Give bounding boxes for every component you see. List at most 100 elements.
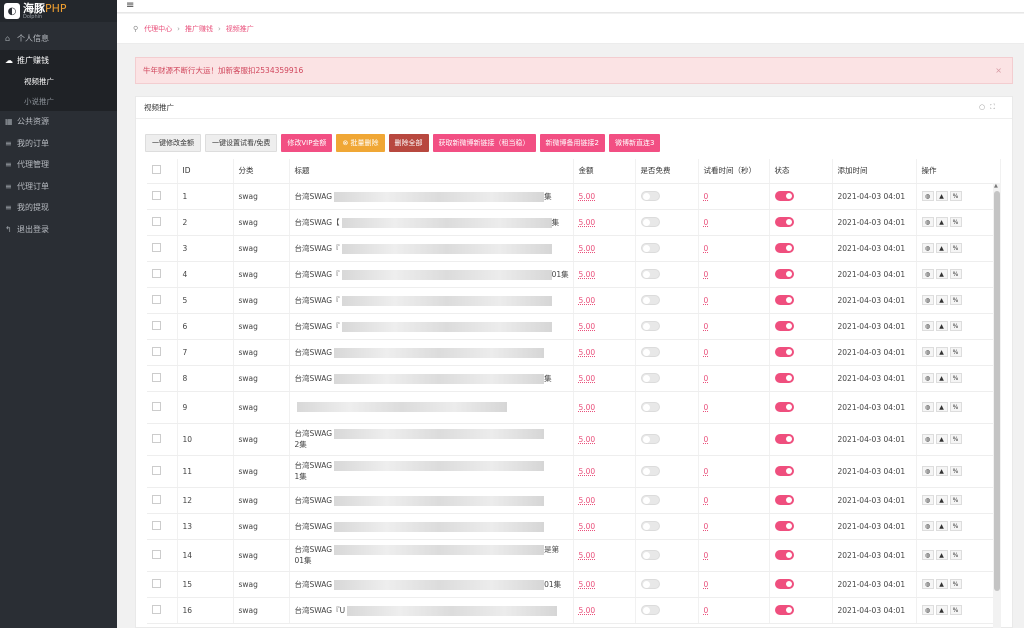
- status-toggle[interactable]: [774, 579, 794, 589]
- row-checkbox[interactable]: [152, 320, 161, 330]
- link-icon[interactable]: %: [949, 217, 962, 227]
- bell-icon[interactable]: ▲: [935, 295, 948, 305]
- link-icon[interactable]: %: [949, 191, 962, 201]
- trial-time-editable[interactable]: 0: [704, 192, 709, 201]
- link-icon[interactable]: %: [949, 495, 962, 505]
- amount-editable[interactable]: 5.00: [579, 348, 596, 357]
- trial-time-editable[interactable]: 0: [704, 322, 709, 331]
- bell-icon[interactable]: ▲: [935, 402, 948, 412]
- sidebar-item[interactable]: ≡ 代理订单: [0, 176, 117, 198]
- wechat-icon[interactable]: ◍: [921, 269, 934, 279]
- wechat-icon[interactable]: ◍: [921, 347, 934, 357]
- fullscreen-icon[interactable]: ⛶: [990, 103, 1000, 111]
- wechat-icon[interactable]: ◍: [921, 605, 934, 615]
- status-toggle[interactable]: [774, 269, 794, 279]
- row-checkbox[interactable]: [152, 401, 161, 411]
- status-toggle[interactable]: [774, 295, 794, 305]
- bell-icon[interactable]: ▲: [935, 191, 948, 201]
- amount-editable[interactable]: 5.00: [579, 192, 596, 201]
- row-checkbox[interactable]: [152, 294, 161, 304]
- wechat-icon[interactable]: ◍: [921, 402, 934, 412]
- amount-editable[interactable]: 5.00: [579, 403, 596, 412]
- row-checkbox[interactable]: [152, 190, 161, 200]
- amount-editable[interactable]: 5.00: [579, 322, 596, 331]
- bell-icon[interactable]: ▲: [935, 579, 948, 589]
- trial-time-editable[interactable]: 0: [704, 435, 709, 444]
- free-toggle[interactable]: [640, 217, 660, 227]
- select-all-checkbox[interactable]: [152, 165, 161, 175]
- sidebar-item[interactable]: ☁ 推广赚钱: [0, 49, 117, 71]
- bell-icon[interactable]: ▲: [935, 373, 948, 383]
- row-checkbox[interactable]: [152, 216, 161, 226]
- status-toggle[interactable]: [774, 243, 794, 253]
- wechat-icon[interactable]: ◍: [921, 579, 934, 589]
- bell-icon[interactable]: ▲: [935, 466, 948, 476]
- bell-icon[interactable]: ▲: [935, 269, 948, 279]
- free-toggle[interactable]: [640, 495, 660, 505]
- toolbar-button[interactable]: 一键修改金额: [145, 134, 201, 152]
- amount-editable[interactable]: 5.00: [579, 435, 596, 444]
- link-icon[interactable]: %: [949, 466, 962, 476]
- sidebar-item[interactable]: ↰ 退出登录: [0, 219, 117, 241]
- amount-editable[interactable]: 5.00: [579, 218, 596, 227]
- bell-icon[interactable]: ▲: [935, 521, 948, 531]
- link-icon[interactable]: %: [949, 347, 962, 357]
- amount-editable[interactable]: 5.00: [579, 244, 596, 253]
- toolbar-button[interactable]: 获取新微博新链接（租当稳）: [432, 134, 536, 152]
- trial-time-editable[interactable]: 0: [704, 374, 709, 383]
- trial-time-editable[interactable]: 0: [704, 606, 709, 615]
- amount-editable[interactable]: 5.00: [579, 580, 596, 589]
- toolbar-button[interactable]: 修改VIP金额: [281, 134, 333, 152]
- breadcrumb-item[interactable]: 视频推广: [226, 24, 254, 34]
- scrollbar-thumb[interactable]: [994, 191, 1000, 591]
- free-toggle[interactable]: [640, 347, 660, 357]
- amount-editable[interactable]: 5.00: [579, 467, 596, 476]
- bell-icon[interactable]: ▲: [935, 434, 948, 444]
- logo[interactable]: ◐ 海豚PHP Dolphin: [0, 0, 117, 22]
- row-checkbox[interactable]: [152, 549, 161, 559]
- link-icon[interactable]: %: [949, 295, 962, 305]
- amount-editable[interactable]: 5.00: [579, 270, 596, 279]
- wechat-icon[interactable]: ◍: [921, 295, 934, 305]
- trial-time-editable[interactable]: 0: [704, 296, 709, 305]
- free-toggle[interactable]: [640, 191, 660, 201]
- bell-icon[interactable]: ▲: [935, 243, 948, 253]
- wechat-icon[interactable]: ◍: [921, 550, 934, 560]
- free-toggle[interactable]: [640, 295, 660, 305]
- breadcrumb-item[interactable]: 推广赚钱: [185, 24, 213, 34]
- wechat-icon[interactable]: ◍: [921, 217, 934, 227]
- row-checkbox[interactable]: [152, 604, 161, 614]
- free-toggle[interactable]: [640, 434, 660, 444]
- link-icon[interactable]: %: [949, 550, 962, 560]
- link-icon[interactable]: %: [949, 243, 962, 253]
- trial-time-editable[interactable]: 0: [704, 403, 709, 412]
- wechat-icon[interactable]: ◍: [921, 466, 934, 476]
- bell-icon[interactable]: ▲: [935, 217, 948, 227]
- free-toggle[interactable]: [640, 550, 660, 560]
- trial-time-editable[interactable]: 0: [704, 348, 709, 357]
- free-toggle[interactable]: [640, 402, 660, 412]
- link-icon[interactable]: %: [949, 434, 962, 444]
- free-toggle[interactable]: [640, 373, 660, 383]
- wechat-icon[interactable]: ◍: [921, 373, 934, 383]
- free-toggle[interactable]: [640, 466, 660, 476]
- refresh-icon[interactable]: ○: [979, 103, 990, 111]
- link-icon[interactable]: %: [949, 321, 962, 331]
- bell-icon[interactable]: ▲: [935, 321, 948, 331]
- status-toggle[interactable]: [774, 495, 794, 505]
- toolbar-button[interactable]: ⊗ 批量删除: [336, 134, 385, 152]
- scroll-up-icon[interactable]: ▲: [994, 183, 998, 189]
- trial-time-editable[interactable]: 0: [704, 270, 709, 279]
- wechat-icon[interactable]: ◍: [921, 495, 934, 505]
- sidebar-subitem[interactable]: 视频推广: [0, 71, 117, 91]
- amount-editable[interactable]: 5.00: [579, 522, 596, 531]
- free-toggle[interactable]: [640, 243, 660, 253]
- bell-icon[interactable]: ▲: [935, 550, 948, 560]
- amount-editable[interactable]: 5.00: [579, 551, 596, 560]
- wechat-icon[interactable]: ◍: [921, 191, 934, 201]
- link-icon[interactable]: %: [949, 579, 962, 589]
- bell-icon[interactable]: ▲: [935, 347, 948, 357]
- status-toggle[interactable]: [774, 466, 794, 476]
- trial-time-editable[interactable]: 0: [704, 580, 709, 589]
- free-toggle[interactable]: [640, 269, 660, 279]
